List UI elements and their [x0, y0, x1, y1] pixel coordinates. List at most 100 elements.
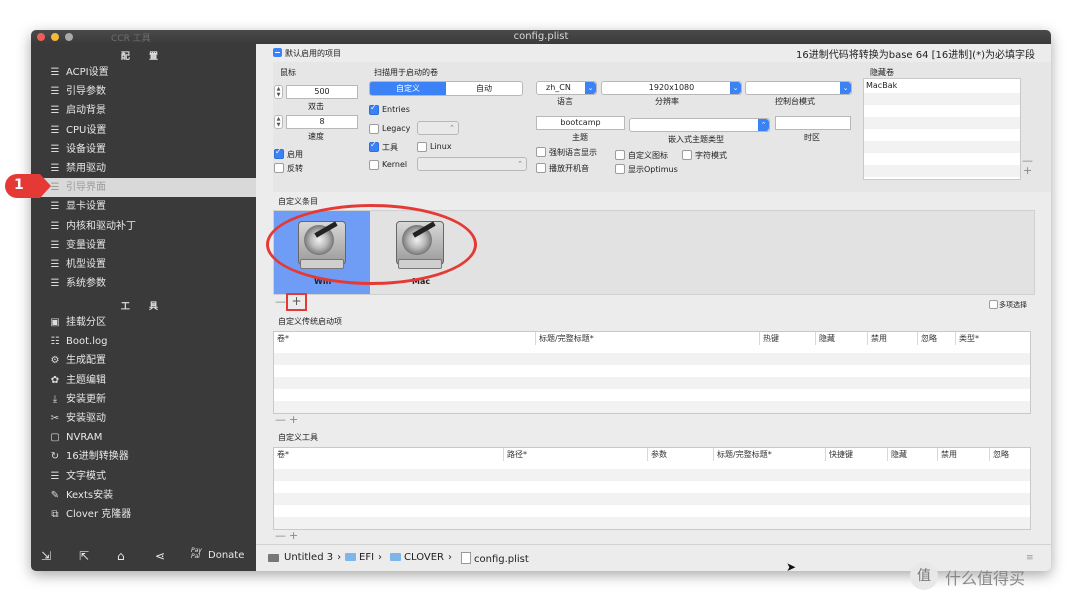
scan-custom-segment[interactable]: 自定义 — [370, 82, 446, 95]
column-header[interactable]: 忽略 — [990, 448, 1030, 461]
paypal-icon[interactable]: Pay Pal — [191, 548, 202, 560]
linux-checkbox[interactable] — [417, 142, 427, 152]
share-icon[interactable]: ⋖ — [155, 549, 165, 563]
column-header[interactable]: 参数 — [648, 448, 714, 461]
language-select[interactable]: zh_CN ⌄ — [536, 81, 597, 95]
embedded-theme-select[interactable]: ⌃ — [629, 118, 770, 132]
multi-select-checkbox[interactable] — [989, 300, 998, 309]
breadcrumb-item[interactable]: EFI › — [345, 552, 382, 563]
add-tool-button[interactable]: + — [289, 529, 298, 542]
sidebar-item[interactable]: ☰ 禁用驱动 — [31, 159, 256, 178]
double-click-field[interactable]: 8 — [286, 115, 358, 129]
remove-legacy-button[interactable]: — — [275, 413, 286, 426]
custom-tools-table[interactable]: 卷* 路径* 参数 标题/完整标题* 快捷键 隐藏 禁用 忽略 — [273, 447, 1031, 530]
table-row[interactable] — [274, 493, 1030, 505]
log-icon: ☷ — [50, 336, 60, 348]
sidebar-item[interactable]: ☰ 启动背景 — [31, 101, 256, 120]
breadcrumb-item[interactable]: config.plist — [461, 552, 529, 565]
column-header[interactable]: 卷* — [274, 448, 504, 461]
mouse-speed-field[interactable]: 500 — [286, 85, 358, 99]
sidebar-item[interactable]: ▣ 挂载分区 — [31, 313, 256, 332]
watermark-logo-icon: 值 — [910, 562, 938, 590]
sidebar-item[interactable]: ⤓ 安装更新 — [31, 390, 256, 409]
sidebar-item[interactable]: ☰ 设备设置 — [31, 140, 256, 159]
console-select[interactable]: ⌄ — [745, 81, 852, 95]
legacy-select[interactable]: ⌃ — [417, 121, 459, 135]
add-entry-button[interactable]: + — [286, 293, 307, 311]
default-boot-toggle[interactable] — [273, 48, 282, 57]
legacy-checkbox[interactable] — [369, 124, 379, 134]
column-header[interactable]: 隐藏 — [888, 448, 938, 461]
sidebar-item[interactable]: ☰ 引导参数 — [31, 82, 256, 101]
app-window: CCR 工具 config.plist 配 置 ☰ ACPI设置 ☰ 引导参数 ☰ 启动背… — [31, 30, 1051, 571]
sidebar-item[interactable]: ☰ 系统参数 — [31, 274, 256, 293]
column-header[interactable]: 卷* — [274, 332, 536, 345]
resolution-select[interactable]: 1920x1080 ⌄ — [601, 81, 742, 95]
cursor-icon: ➤ — [786, 560, 797, 574]
column-header[interactable]: 禁用 — [938, 448, 990, 461]
column-header[interactable]: 标题/完整标题* — [714, 448, 826, 461]
sidebar-item[interactable]: ☰ 变量设置 — [31, 236, 256, 255]
column-header[interactable]: 类型* — [956, 332, 1028, 345]
export-icon[interactable]: ⇱ — [79, 549, 89, 563]
table-row[interactable] — [274, 401, 1030, 413]
kernel-select[interactable]: ⌃ — [417, 157, 527, 171]
mouse-enabled-checkbox[interactable] — [274, 147, 284, 159]
force-lang-checkbox[interactable] — [536, 147, 546, 157]
sidebar-item[interactable]: ☰ 显卡设置 — [31, 197, 256, 216]
kernel-checkbox[interactable] — [369, 160, 379, 170]
sidebar-item[interactable]: ☰ CPU设置 — [31, 121, 256, 140]
list-icon: ☰ — [50, 86, 60, 98]
import-icon[interactable]: ⇲ — [41, 549, 51, 563]
char-mode-checkbox[interactable] — [682, 150, 692, 160]
speed-stepper[interactable]: ▲ ▼ — [274, 85, 283, 99]
add-hidden-volume-button[interactable]: + — [1023, 164, 1032, 177]
column-header[interactable]: 快捷键 — [826, 448, 888, 461]
column-header[interactable]: 隐藏 — [816, 332, 868, 345]
table-row[interactable] — [274, 469, 1030, 481]
remove-entry-button[interactable]: — — [275, 295, 286, 308]
sidebar-item[interactable]: ↻ 16进制转换器 — [31, 447, 256, 466]
sidebar-item[interactable]: ☰ 引导界面 — [31, 178, 256, 198]
sidebar-item[interactable]: ☰ 文字模式 — [31, 467, 256, 486]
sidebar-item[interactable]: ⚙ 生成配置 — [31, 351, 256, 370]
column-header[interactable]: 标题/完整标题* — [536, 332, 760, 345]
home-icon[interactable]: ⌂ — [117, 549, 125, 563]
legacy-entries-table[interactable]: 卷* 标题/完整标题* 热键 隐藏 禁用 忽略 类型* — [273, 331, 1031, 414]
hidden-volumes-list[interactable]: MacBak — [863, 78, 1021, 180]
donate-button[interactable]: Donate — [208, 550, 244, 561]
play-async-checkbox[interactable] — [536, 163, 546, 173]
theme-field[interactable]: bootcamp — [536, 116, 625, 130]
mouse-mirror-checkbox[interactable] — [274, 163, 284, 173]
sidebar-item[interactable]: ⧉ Clover 克隆器 — [31, 505, 256, 524]
sidebar-item[interactable]: ✎ Kexts安装 — [31, 486, 256, 505]
double-click-stepper[interactable]: ▲ ▼ — [274, 115, 283, 129]
breadcrumb-item[interactable]: CLOVER › — [390, 552, 452, 563]
scan-auto-segment[interactable]: 自动 — [446, 82, 522, 95]
tool-checkbox[interactable] — [369, 140, 379, 152]
show-optimus-checkbox[interactable] — [615, 164, 625, 174]
breadcrumb-item[interactable]: Untitled 3 › — [268, 552, 341, 563]
table-row[interactable] — [274, 377, 1030, 389]
column-header[interactable]: 禁用 — [868, 332, 918, 345]
sidebar-item[interactable]: ▢ NVRAM — [31, 428, 256, 447]
sidebar-item-label: 挂载分区 — [66, 317, 106, 328]
column-header[interactable]: 路径* — [504, 448, 648, 461]
sidebar-item[interactable]: ✿ 主题编辑 — [31, 371, 256, 390]
sidebar-item[interactable]: ☰ 机型设置 — [31, 255, 256, 274]
table-row[interactable] — [274, 353, 1030, 365]
entries-checkbox[interactable] — [369, 103, 379, 115]
hidden-volume-item[interactable]: MacBak — [866, 81, 897, 90]
add-legacy-button[interactable]: + — [289, 413, 298, 426]
sidebar-item[interactable]: ☷ Boot.log — [31, 332, 256, 351]
remove-tool-button[interactable]: — — [275, 529, 286, 542]
custom-icons-checkbox[interactable] — [615, 150, 625, 160]
sidebar-item[interactable]: ☰ 内核和驱动补丁 — [31, 217, 256, 236]
resize-grip-icon[interactable]: ≡ — [1026, 553, 1034, 563]
column-header[interactable]: 热键 — [760, 332, 816, 345]
sidebar-item[interactable]: ✂ 安装驱动 — [31, 409, 256, 428]
sidebar-item[interactable]: ☰ ACPI设置 — [31, 63, 256, 82]
column-header[interactable]: 忽略 — [918, 332, 956, 345]
table-row[interactable] — [274, 517, 1030, 529]
timeout-field[interactable] — [775, 116, 851, 130]
